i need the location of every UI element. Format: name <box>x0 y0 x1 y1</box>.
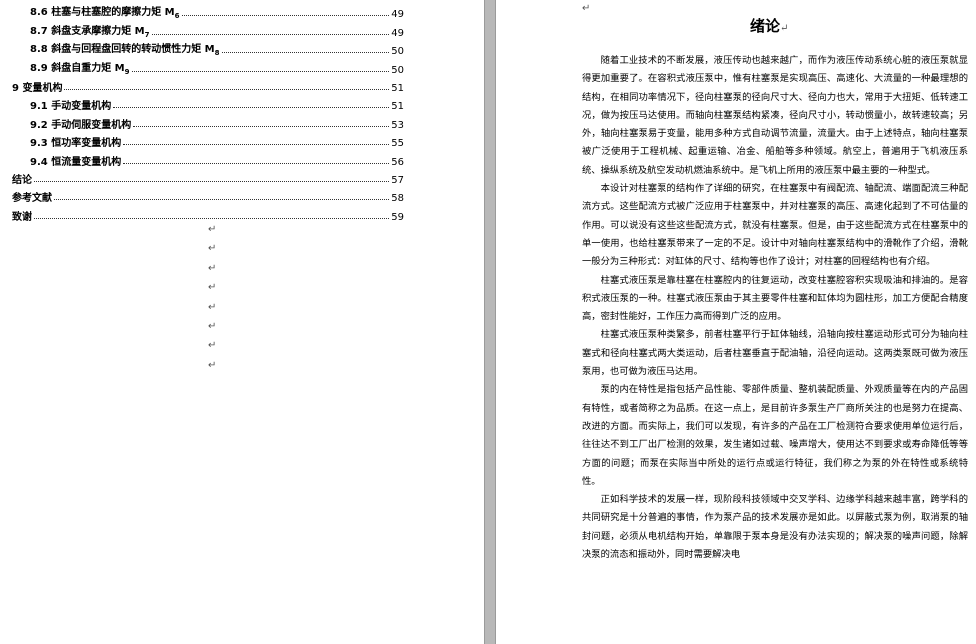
toc-leader-dots <box>151 33 390 35</box>
page-gap <box>484 0 496 644</box>
toc-entry[interactable]: 9 变量机构 51 <box>12 76 404 94</box>
toc-page-number: 49 <box>391 9 404 21</box>
body-paragraph: 正如科学技术的发展一样，现阶段科技领域中交叉学科、边缘学科越来越丰富，跨学科的共… <box>582 491 968 564</box>
title-paragraph-mark: ↵ <box>780 23 789 34</box>
toc-page: 8.6 柱塞与柱塞腔的摩擦力矩 M6 49 8.7 斜盘支承摩擦力矩 M7 49 8.8… <box>0 0 484 644</box>
toc-leader-dots <box>123 162 390 164</box>
toc-entry-label: 结论 <box>12 174 32 186</box>
toc-leader-dots <box>181 15 390 17</box>
paragraph-mark: ↵ <box>208 359 217 371</box>
toc-entry-label: 8.8 斜盘与回程盘回转的转动惯性力矩 M8 <box>30 44 220 58</box>
paragraph-mark: ↵ <box>208 282 217 294</box>
body-paragraph-text: 柱塞式液压泵是靠柱塞在柱塞腔内的往复运动，改变柱塞腔容积实现吸油和排油的。是容积… <box>582 274 968 323</box>
body-paragraph-text: 本设计对柱塞泵的结构作了详细的研究，在柱塞泵中有阀配流、轴配流、端面配流三种配流… <box>582 183 968 268</box>
toc-page-number: 51 <box>391 82 404 94</box>
chapter-title: 绪论↵ <box>750 15 788 36</box>
toc-page-number: 57 <box>391 174 404 186</box>
toc-page-number: 50 <box>391 46 404 58</box>
toc-leader-dots <box>133 125 390 127</box>
body-paragraph: 柱塞式液压泵是靠柱塞在柱塞腔内的往复运动，改变柱塞腔容积实现吸油和排油的。是容积… <box>582 272 968 327</box>
toc-entry-subscript: 9 <box>124 67 130 76</box>
toc-page-number: 49 <box>391 27 404 39</box>
toc-entry-label: 8.9 斜盘自重力矩 M9 <box>30 62 130 76</box>
table-of-contents: 8.6 柱塞与柱塞腔的摩擦力矩 M6 49 8.7 斜盘支承摩擦力矩 M7 49 8.8… <box>12 2 404 223</box>
body-paragraph: 本设计对柱塞泵的结构作了详细的研究，在柱塞泵中有阀配流、轴配流、端面配流三种配流… <box>582 180 968 271</box>
toc-entry[interactable]: 8.8 斜盘与回程盘回转的转动惯性力矩 M8 50 <box>12 39 404 57</box>
body-paragraph-text: 正如科学技术的发展一样，现阶段科技领域中交叉学科、边缘学科越来越丰富，跨学科的共… <box>582 494 968 561</box>
body-text: 随着工业技术的不断发展，液压传动也越来越广，而作为液压传动系统心脏的液压泵就显得… <box>582 52 968 564</box>
chapter-title-text: 绪论 <box>750 17 781 35</box>
toc-entry-subscript: 6 <box>174 12 180 21</box>
toc-entry[interactable]: 8.9 斜盘自重力矩 M9 50 <box>12 57 404 76</box>
toc-entry[interactable]: 致谢 59 <box>12 204 404 223</box>
body-paragraph: 柱塞式液压泵种类繁多，前者柱塞平行于缸体轴线，沿轴向按柱塞运动形式可分为轴向柱塞… <box>582 326 968 381</box>
toc-leader-dots <box>54 199 390 201</box>
toc-entry[interactable]: 9.3 恒功率变量机构 55 <box>12 131 404 149</box>
toc-entry-label: 8.6 柱塞与柱塞腔的摩擦力矩 M6 <box>30 7 180 21</box>
toc-leader-dots <box>113 107 390 109</box>
toc-entry-label: 9.4 恒流量变量机构 <box>30 156 122 168</box>
paragraph-mark: ↵ <box>208 243 217 255</box>
toc-leader-dots <box>131 70 390 72</box>
toc-entry[interactable]: 参考文献 58 <box>12 186 404 204</box>
toc-page-number: 53 <box>391 119 404 131</box>
toc-page-number: 56 <box>391 156 404 168</box>
toc-leader-dots <box>64 88 390 90</box>
paragraph-mark: ↵ <box>208 340 217 352</box>
toc-page-number: 50 <box>391 64 404 76</box>
toc-entry-subscript: 8 <box>214 49 220 58</box>
toc-entry-label: 致谢 <box>12 211 32 223</box>
toc-entry-label: 参考文献 <box>12 193 52 205</box>
body-paragraph-text: 柱塞式液压泵种类繁多，前者柱塞平行于缸体轴线，沿轴向按柱塞运动形式可分为轴向柱塞… <box>582 329 968 378</box>
toc-entry-subscript: 7 <box>144 30 150 39</box>
toc-leader-dots <box>34 217 390 219</box>
paragraph-mark: ↵ <box>582 3 591 14</box>
toc-page-number: 51 <box>391 101 404 113</box>
body-paragraph: 随着工业技术的不断发展，液压传动也越来越广，而作为液压传动系统心脏的液压泵就显得… <box>582 52 968 180</box>
toc-page-number: 59 <box>391 211 404 223</box>
paragraph-mark: ↵ <box>208 320 217 332</box>
body-paragraph-text: 泵的内在特性是指包括产品性能、零部件质量、整机装配质量、外观质量等在内的产品固有… <box>582 384 968 487</box>
body-paragraph-text: 随着工业技术的不断发展，液压传动也越来越广，而作为液压传动系统心脏的液压泵就显得… <box>582 55 968 176</box>
toc-entry-label: 9.1 手动变量机构 <box>30 101 112 113</box>
paragraph-mark: ↵ <box>208 262 217 274</box>
toc-leader-dots <box>221 52 390 54</box>
empty-paragraph-marks: ↵ ↵ ↵ ↵ ↵ ↵ ↵ ↵ <box>208 224 218 379</box>
body-paragraph: 泵的内在特性是指包括产品性能、零部件质量、整机装配质量、外观质量等在内的产品固有… <box>582 381 968 491</box>
toc-entry-label: 9.2 手动伺服变量机构 <box>30 119 132 131</box>
toc-entry[interactable]: 8.6 柱塞与柱塞腔的摩擦力矩 M6 49 <box>12 2 404 20</box>
toc-entry-label: 9.3 恒功率变量机构 <box>30 138 122 150</box>
toc-entry[interactable]: 8.7 斜盘支承摩擦力矩 M7 49 <box>12 20 404 39</box>
content-page: ↵ 绪论↵ 随着工业技术的不断发展，液压传动也越来越广，而作为液压传动系统心脏的… <box>496 0 976 644</box>
toc-entry[interactable]: 9.2 手动伺服变量机构 53 <box>12 112 404 131</box>
paragraph-mark: ↵ <box>208 224 217 235</box>
toc-leader-dots <box>34 180 390 182</box>
toc-page-number: 55 <box>391 138 404 150</box>
toc-leader-dots <box>123 144 390 146</box>
paragraph-mark: ↵ <box>208 301 217 313</box>
toc-entry-label: 8.7 斜盘支承摩擦力矩 M7 <box>30 25 150 39</box>
toc-entry-label: 9 变量机构 <box>12 82 63 94</box>
toc-entry[interactable]: 9.4 恒流量变量机构 56 <box>12 149 404 168</box>
toc-entry[interactable]: 结论 57 <box>12 168 404 186</box>
toc-page-number: 58 <box>391 193 404 205</box>
toc-entry[interactable]: 9.1 手动变量机构 51 <box>12 94 404 112</box>
